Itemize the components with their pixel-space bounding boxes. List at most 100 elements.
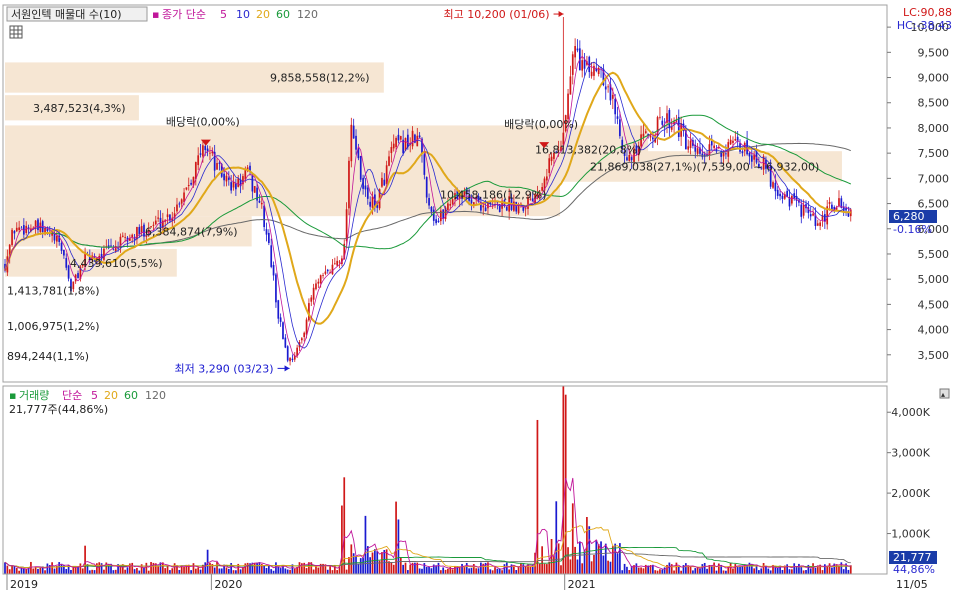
volume-bar: [418, 568, 421, 574]
volume-bar: [169, 570, 171, 574]
candle-body: [423, 154, 426, 175]
candle-body: [574, 46, 576, 58]
candle-body: [355, 135, 357, 150]
volume-bar: [477, 568, 480, 574]
volume-bar: [166, 565, 169, 574]
volume-bar: [781, 569, 784, 574]
volume-bar: [548, 561, 551, 574]
volume-label: 거래량: [19, 389, 49, 402]
volume-profile-label: 4,439,610(5,5%): [70, 257, 163, 270]
volume-bar: [98, 562, 101, 574]
volume-bar: [326, 569, 329, 574]
candle-body: [725, 153, 727, 155]
candle-body: [774, 182, 777, 192]
volume-profile-label: 3,487,523(4,3%): [33, 102, 126, 115]
volume-bar: [791, 569, 793, 574]
volume-bar: [581, 563, 584, 574]
volume-bar: [409, 564, 412, 574]
volume-bar: [72, 567, 75, 574]
candle-body: [571, 54, 574, 75]
volume-bar: [821, 570, 824, 574]
candle-body: [432, 209, 435, 221]
volume-bar: [444, 569, 447, 574]
candle-body: [406, 134, 409, 148]
volume-bar: [562, 385, 565, 574]
volume-bar: [689, 566, 692, 574]
candle-body: [331, 264, 334, 275]
volume-bar: [489, 569, 492, 574]
volume-ma-label: 단순: [62, 389, 82, 402]
volume-bar: [654, 570, 657, 574]
candle-body: [282, 322, 284, 339]
volume-bar: [44, 570, 46, 574]
volume-bar: [611, 546, 614, 574]
volume-bar: [835, 564, 838, 574]
candle-body: [515, 201, 518, 212]
volume-bar: [289, 569, 291, 574]
volume-bar: [286, 569, 289, 574]
ma20-period: 20: [256, 8, 270, 21]
volume-bar: [374, 549, 376, 574]
volume-bar: [53, 568, 56, 574]
volume-bar: [458, 567, 461, 574]
volume-bar: [593, 554, 595, 574]
volume-bar: [729, 562, 732, 574]
volume-bar: [447, 568, 449, 574]
volume-bar: [404, 562, 407, 574]
candle-body: [569, 76, 572, 95]
candle-body: [265, 229, 268, 235]
volume-profile-label: 16,813,382(20,8%): [535, 143, 642, 156]
volume-bar: [673, 570, 675, 574]
volume-bar: [597, 544, 600, 574]
volume-bar: [20, 568, 23, 574]
volume-bar: [209, 562, 211, 574]
volume-bar: [656, 570, 659, 574]
volume-bar: [235, 570, 237, 574]
volume-bar: [263, 565, 266, 574]
volume-bar: [362, 557, 364, 574]
volume-bar: [710, 566, 713, 574]
volume-bar: [293, 568, 296, 574]
date-corner: 11/05: [896, 578, 928, 591]
candle-body: [397, 134, 400, 141]
candle-body: [230, 182, 233, 191]
vol-ma120-period: 120: [145, 389, 166, 402]
candle-body: [399, 136, 402, 140]
candle-body: [319, 275, 322, 284]
volume-bar: [715, 570, 718, 574]
volume-bar: [22, 568, 25, 574]
volume-bar: [345, 569, 348, 574]
volume-bar: [157, 566, 159, 574]
candle-body: [734, 138, 737, 141]
volume-bar: [805, 570, 807, 574]
volume-bar: [524, 566, 527, 574]
candle-body: [77, 273, 79, 279]
volume-bar: [406, 570, 409, 574]
candle-body: [371, 196, 374, 208]
volume-bar: [364, 515, 367, 574]
candle-body: [800, 204, 803, 217]
candle-body: [449, 203, 452, 206]
candle-body: [279, 317, 282, 322]
volume-profile-label: 10,458,186(12,9%): [440, 189, 547, 202]
volume-bar: [91, 569, 94, 574]
grid-icon[interactable]: [9, 25, 23, 39]
candle-body: [710, 140, 713, 146]
volume-bar: [8, 569, 11, 574]
volume-bar: [227, 568, 230, 574]
volume-bar: [383, 550, 386, 574]
volume-bar: [246, 562, 249, 574]
volume-bar: [164, 568, 167, 574]
price-tick-label: 8,500: [918, 97, 950, 110]
candle-body: [225, 175, 228, 182]
volume-bar: [39, 567, 42, 574]
volume-bar: [173, 563, 176, 574]
volume-bar: [574, 546, 576, 574]
volume-bar: [461, 563, 463, 574]
candle-body: [289, 358, 291, 362]
candle-body: [524, 208, 527, 210]
volume-bar: [34, 566, 37, 574]
volume-bar: [213, 567, 216, 574]
volume-bar: [713, 562, 715, 574]
volume-dot: ▪: [9, 389, 16, 402]
